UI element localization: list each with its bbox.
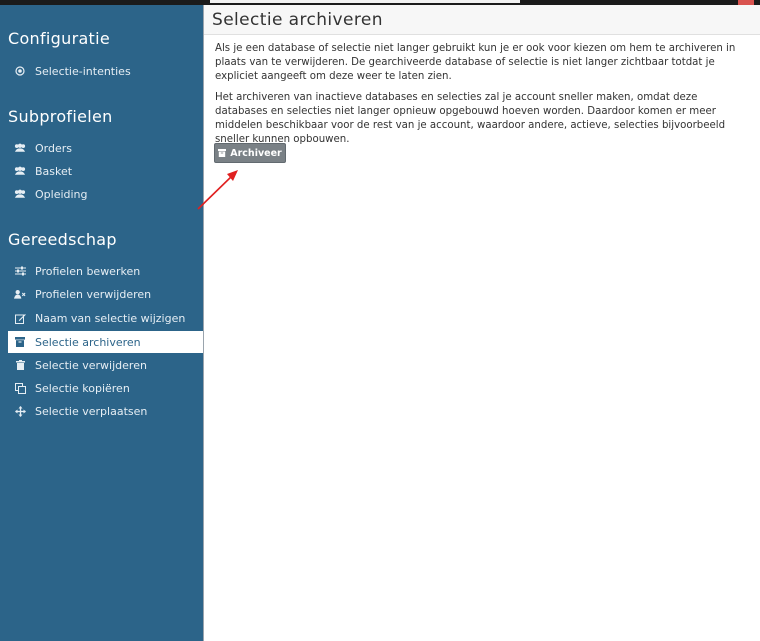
main-content: Als je een database of selectie niet lan… bbox=[215, 42, 750, 154]
sidebar-border bbox=[203, 5, 204, 641]
archive-icon bbox=[218, 149, 227, 157]
sidebar-item-label: Profielen verwijderen bbox=[35, 287, 152, 301]
user-remove-icon bbox=[14, 288, 26, 300]
archive-button-label: Archiveer bbox=[230, 147, 282, 159]
sidebar-item-selectie-archiveren[interactable]: Selectie archiveren bbox=[8, 331, 203, 353]
description-paragraph: Als je een database of selectie niet lan… bbox=[215, 43, 736, 82]
sidebar-item-label: Orders bbox=[35, 141, 72, 155]
archive-icon bbox=[14, 336, 26, 348]
sidebar-item-label: Selectie-intenties bbox=[35, 64, 131, 78]
users-icon bbox=[14, 165, 26, 177]
page-header: Selectie archiveren bbox=[204, 5, 760, 35]
top-bar-highlight bbox=[210, 0, 520, 3]
sidebar-item-label: Selectie archiveren bbox=[35, 335, 141, 349]
sidebar-item-basket[interactable]: Basket bbox=[8, 160, 203, 182]
sidebar-item-profielen-verwijderen[interactable]: Profielen verwijderen bbox=[8, 283, 203, 305]
sidebar-item-naam-wijzigen[interactable]: Naam van selectie wijzigen bbox=[8, 307, 203, 329]
sidebar-item-label: Naam van selectie wijzigen bbox=[35, 311, 186, 325]
sidebar-item-label: Selectie kopiëren bbox=[35, 381, 130, 395]
copy-icon bbox=[14, 382, 26, 394]
section-title-gereedschap: Gereedschap bbox=[8, 230, 117, 249]
users-icon bbox=[14, 142, 26, 154]
users-icon bbox=[14, 188, 26, 200]
section-title-configuratie: Configuratie bbox=[8, 29, 111, 48]
archive-button[interactable]: Archiveer bbox=[214, 143, 286, 163]
sidebar-item-selectie-verwijderen[interactable]: Selectie verwijderen bbox=[8, 354, 203, 376]
sidebar-item-label: Opleiding bbox=[35, 187, 88, 201]
sidebar-item-label: Selectie verplaatsen bbox=[35, 404, 148, 418]
sidebar-item-opleiding[interactable]: Opleiding bbox=[8, 183, 203, 205]
section-title-subprofielen: Subprofielen bbox=[8, 107, 113, 126]
sidebar-item-selectie-intenties[interactable]: Selectie-intenties bbox=[8, 60, 203, 82]
description-paragraph: Het archiveren van inactieve databases e… bbox=[215, 92, 726, 145]
sidebar-item-profielen-bewerken[interactable]: Profielen bewerken bbox=[8, 260, 203, 282]
sidebar-item-selectie-kopieren[interactable]: Selectie kopiëren bbox=[8, 377, 203, 399]
sidebar-item-orders[interactable]: Orders bbox=[8, 137, 203, 159]
edit-icon bbox=[14, 312, 26, 324]
sidebar-item-selectie-verplaatsen[interactable]: Selectie verplaatsen bbox=[8, 400, 203, 422]
sidebar-item-label: Selectie verwijderen bbox=[35, 358, 147, 372]
move-icon bbox=[14, 405, 26, 417]
sliders-icon bbox=[14, 265, 26, 277]
sidebar: Configuratie Selectie-intenties Subprofi… bbox=[0, 5, 204, 641]
target-icon bbox=[14, 65, 26, 77]
page-title: Selectie archiveren bbox=[212, 10, 383, 30]
sidebar-item-label: Profielen bewerken bbox=[35, 264, 141, 278]
sidebar-item-label: Basket bbox=[35, 164, 73, 178]
trash-icon bbox=[14, 359, 26, 371]
